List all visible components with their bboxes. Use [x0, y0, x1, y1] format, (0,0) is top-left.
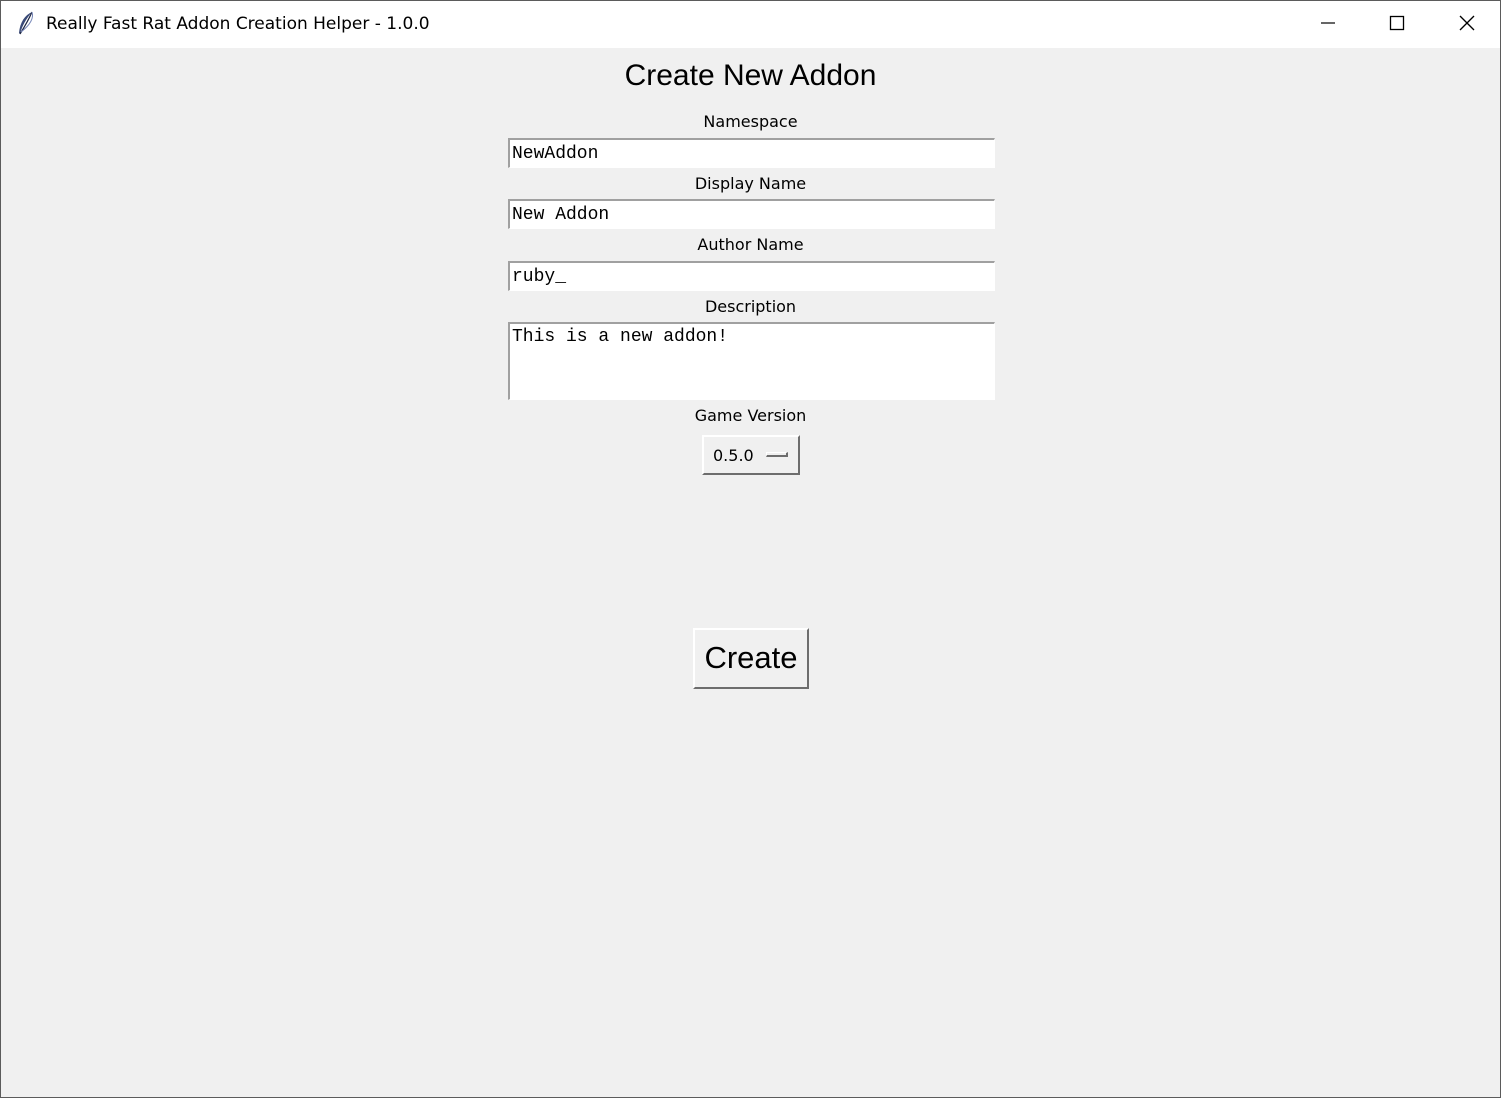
window-title: Really Fast Rat Addon Creation Helper - … — [46, 14, 430, 34]
game-version-dropdown[interactable]: 0.5.0 — [702, 435, 800, 475]
game-version-value: 0.5.0 — [713, 446, 754, 465]
author-name-input[interactable] — [508, 261, 995, 291]
namespace-input[interactable] — [508, 138, 995, 168]
close-icon — [1458, 14, 1476, 36]
minimize-button[interactable] — [1293, 1, 1363, 48]
minimize-icon — [1320, 15, 1336, 35]
close-button[interactable] — [1432, 1, 1501, 48]
dropdown-indicator-icon — [766, 452, 788, 457]
description-label: Description — [704, 297, 797, 316]
author-name-label: Author Name — [697, 235, 804, 254]
display-name-label: Display Name — [694, 174, 807, 193]
description-textarea[interactable]: This is a new addon! — [508, 322, 995, 400]
maximize-button[interactable] — [1362, 1, 1432, 48]
maximize-icon — [1389, 15, 1405, 35]
feather-icon — [15, 11, 37, 37]
game-version-label: Game Version — [694, 406, 807, 425]
app-window: Really Fast Rat Addon Creation Helper - … — [0, 0, 1501, 1098]
namespace-label: Namespace — [703, 112, 798, 131]
page-title: Create New Addon — [624, 59, 877, 92]
display-name-input[interactable] — [508, 199, 995, 229]
create-button[interactable]: Create — [693, 628, 809, 689]
title-bar[interactable]: Really Fast Rat Addon Creation Helper - … — [1, 1, 1500, 48]
